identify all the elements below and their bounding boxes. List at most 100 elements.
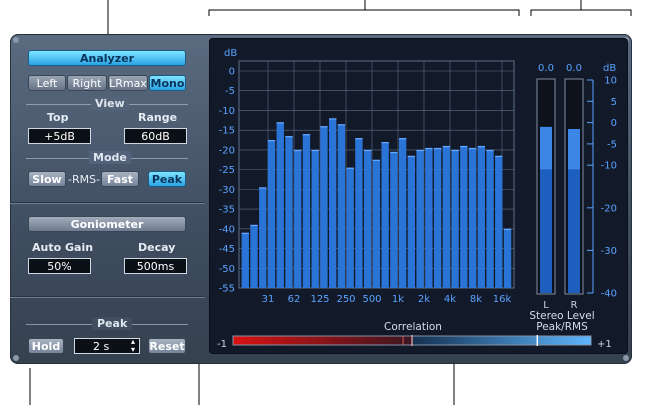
- corner-screw: [623, 355, 629, 361]
- left-level-readout: 0.0: [538, 63, 554, 74]
- auto-gain-value-field[interactable]: 50%: [28, 258, 91, 274]
- analyzer-button[interactable]: Analyzer: [28, 50, 186, 66]
- auto-gain-label: Auto Gain: [32, 241, 94, 254]
- level-scale-label: 10: [604, 76, 617, 87]
- right-level-readout: 0.0: [566, 63, 582, 74]
- spectrum-y-tick-label: 0: [229, 67, 235, 78]
- reset-button[interactable]: Reset: [148, 338, 186, 354]
- spectrum-bar: [311, 149, 319, 288]
- spectrum-bar-cap: [346, 167, 354, 169]
- channel-lrmax-button[interactable]: LRmax: [108, 75, 148, 91]
- spectrum-x-tick-label: 4k: [444, 294, 456, 305]
- spectrum-y-tick-label: -50: [219, 264, 235, 275]
- spectrum-y-tick-label: -45: [219, 244, 235, 255]
- spectrum-x-tick-label: 62: [288, 294, 301, 305]
- spectrum-bar-cap: [407, 155, 416, 158]
- spectrum-bar: [259, 187, 267, 288]
- channel-mono-button[interactable]: Mono: [149, 75, 186, 91]
- spectrum-bar: [276, 122, 284, 288]
- spectrum-bar-cap: [495, 155, 503, 158]
- spectrum-bar-cap: [294, 149, 302, 152]
- spectrum-bar: [442, 145, 451, 288]
- spectrum-bar: [294, 149, 302, 288]
- spectrum-bar-cap: [416, 149, 424, 152]
- level-scale-label: -5: [607, 139, 617, 150]
- channel-right-button[interactable]: Right: [67, 75, 107, 91]
- spectrum-bar: [460, 145, 468, 288]
- spectrum-x-tick-label: 250: [336, 294, 355, 305]
- spectrum-bar-cap: [477, 145, 485, 148]
- spectrum-bar: [398, 138, 407, 288]
- right-peak-fill: [568, 128, 580, 170]
- spectrum-bar-cap: [311, 149, 319, 152]
- spectrum-y-axis: 0 -5 -10 -15 -20 -25 -30 -35 -40 -45 -50 -55: [219, 67, 235, 295]
- spectrum-bar: [486, 149, 494, 288]
- spectrum-x-tick-label: 1k: [392, 294, 404, 305]
- spectrum-bar: [468, 147, 477, 288]
- range-value-field[interactable]: 60dB: [124, 128, 187, 144]
- left-rms-fill: [540, 169, 552, 293]
- spectrum-bar-cap: [460, 145, 468, 148]
- rms-label: -RMS-: [68, 173, 101, 186]
- peak-mode-button[interactable]: Peak: [148, 171, 186, 187]
- spectrum-y-tick-label: -10: [219, 106, 235, 117]
- spectrum-bar-cap: [285, 136, 293, 138]
- spectrum-bar: [337, 124, 346, 288]
- spectrum-bar-cap: [425, 147, 433, 150]
- spectrum-y-tick-label: -5: [225, 86, 235, 97]
- spectrum-bar: [495, 155, 503, 288]
- spectrum-bar-cap: [302, 134, 311, 136]
- spectrum-bar: [285, 136, 293, 288]
- stereo-level-meter: [536, 78, 584, 295]
- spectrum-x-tick-label: 8k: [470, 294, 482, 305]
- level-scale-label: -30: [601, 246, 617, 257]
- spectrum-bar: [363, 149, 372, 288]
- analyzer-display: dB 0-5-10-15-20-25-30-35-40-45-50-55 31 6…: [217, 48, 617, 350]
- mode-header: Mode: [89, 151, 131, 164]
- decay-value-field[interactable]: 500ms: [124, 258, 187, 274]
- level-meter-scale: 10 5 0 -5 -10 -20 -30 -40: [587, 76, 617, 300]
- spectrum-x-tick-label: 31: [262, 294, 275, 305]
- hold-button[interactable]: Hold: [28, 338, 64, 354]
- panel-divider-peak: [10, 296, 205, 297]
- spectrum-y-tick-label: -30: [219, 185, 235, 196]
- spectrum-bar: [372, 159, 381, 288]
- channel-left-button[interactable]: Left: [28, 75, 66, 91]
- spectrum-bar-cap: [267, 140, 276, 142]
- top-label: Top: [47, 111, 69, 124]
- spectrum-bar-cap: [363, 149, 372, 152]
- spectrum-bar-cap: [355, 138, 363, 140]
- spectrum-x-tick-label: 125: [310, 294, 329, 305]
- spectrum-bar-cap: [337, 124, 346, 126]
- spectrum-bar-cap: [320, 126, 328, 128]
- level-scale-label: 5: [611, 97, 617, 108]
- level-scale-label: -40: [601, 289, 617, 300]
- right-rms-fill: [568, 169, 580, 293]
- hold-time-select[interactable]: 2 s ▴ ▾: [74, 338, 140, 354]
- spectrum-bar: [381, 142, 389, 288]
- spectrum-bar: [346, 167, 354, 288]
- control-panel: Analyzer Left Right LRmax Mono View Top …: [10, 34, 205, 364]
- spectrum-bar-cap: [433, 147, 442, 150]
- spectrum-y-tick-label: -35: [219, 205, 235, 216]
- spectrum-bar: [425, 147, 433, 288]
- top-value-field[interactable]: +5dB: [28, 128, 91, 144]
- decay-label: Decay: [138, 241, 176, 254]
- spectrum-bar: [355, 138, 363, 288]
- level-db-unit: dB: [603, 63, 616, 74]
- peak-rms-caption: Peak/RMS: [536, 321, 588, 333]
- left-peak-fill: [540, 126, 552, 170]
- level-scale-label: 0: [611, 118, 617, 129]
- goniometer-button[interactable]: Goniometer: [28, 216, 186, 232]
- spectrum-bar: [407, 155, 416, 288]
- spectrum-bar-cap: [486, 149, 494, 152]
- slow-button[interactable]: Slow: [28, 171, 66, 187]
- callout-level-bracket: [530, 9, 632, 16]
- spectrum-bar-cap: [398, 138, 407, 140]
- spectrum-bar-cap: [442, 145, 451, 148]
- spectrum-bar-cap: [503, 228, 512, 231]
- level-scale-label: -20: [601, 203, 617, 214]
- fast-button[interactable]: Fast: [101, 171, 139, 187]
- spectrum-y-tick-label: -55: [219, 284, 235, 295]
- panel-divider-goniometer: [10, 202, 205, 203]
